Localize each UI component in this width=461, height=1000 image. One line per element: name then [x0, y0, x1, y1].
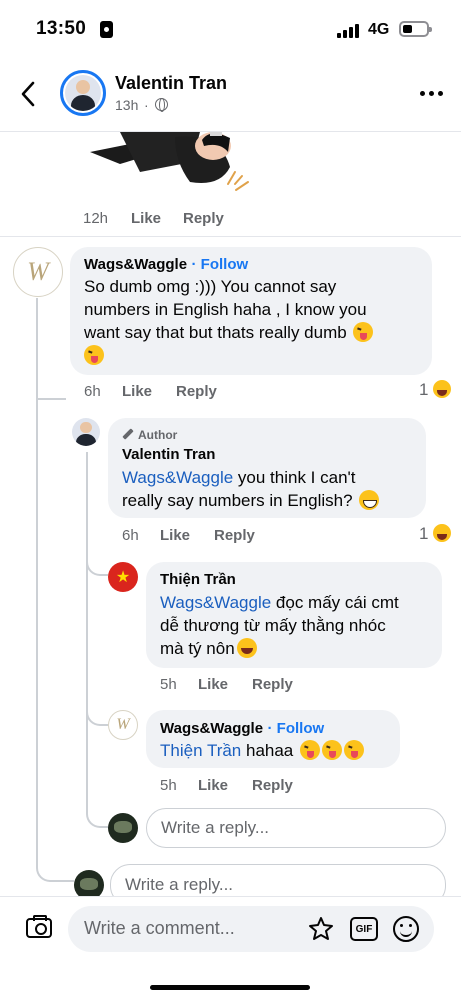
tongue-emoji-icon: [353, 322, 374, 342]
tongue-emoji-icon: [322, 740, 342, 760]
user-avatar: [108, 813, 138, 843]
comment-author[interactable]: Valentin Tran: [122, 446, 215, 463]
comment-header: Wags&Waggle · Follow: [84, 256, 248, 274]
like-button[interactable]: Like: [160, 527, 190, 544]
reply-button[interactable]: Reply: [252, 676, 293, 693]
reply-input[interactable]: Write a reply...: [146, 808, 446, 848]
reply-button[interactable]: Reply: [252, 777, 293, 794]
comment-text: Wags&Waggle you think I can't really say…: [122, 466, 422, 512]
comment-time: 5h: [160, 777, 177, 794]
portrait-lock-icon: [100, 21, 113, 38]
reply-placeholder: Write a reply...: [161, 818, 270, 837]
mention-link[interactable]: Wags&Waggle: [160, 593, 271, 612]
home-indicator: [150, 985, 310, 990]
thread-connector: [36, 398, 66, 428]
sticker-icon[interactable]: [308, 916, 334, 942]
comment-divider: [0, 236, 461, 237]
prev-comment-time: 12h: [83, 210, 109, 227]
follow-button[interactable]: · Follow: [268, 720, 325, 737]
thread-connector: [36, 866, 74, 882]
thread-connector: [86, 710, 108, 726]
camera-icon[interactable]: [26, 915, 52, 938]
network-type: 4G: [368, 21, 390, 38]
battery-icon: [399, 21, 432, 37]
reply-button[interactable]: Reply: [176, 383, 217, 400]
reaction-count[interactable]: 1: [419, 524, 428, 544]
reply-placeholder: Write a reply...: [125, 875, 234, 894]
thread-connector: [86, 560, 108, 576]
grin-emoji-icon: [359, 490, 380, 510]
like-button[interactable]: Like: [122, 383, 152, 400]
comment-time: 6h: [122, 527, 139, 544]
thread-line-nested: [86, 452, 88, 812]
wags-waggle-avatar[interactable]: W: [13, 247, 63, 297]
bottom-divider: [0, 896, 461, 897]
comment-text: Thiện Trần hahaa: [160, 739, 400, 762]
tongue-emoji-icon: [84, 345, 104, 365]
mention-link[interactable]: Thiện Trần: [160, 741, 241, 760]
mention-link[interactable]: Wags&Waggle: [122, 468, 233, 487]
valentin-avatar[interactable]: [72, 418, 100, 446]
comment-placeholder: Write a comment...: [84, 918, 235, 938]
like-button[interactable]: Like: [198, 777, 228, 794]
thread-line-main: [36, 298, 38, 868]
comment-header: Wags&Waggle · Follow: [160, 720, 324, 738]
more-dots-icon[interactable]: [420, 91, 444, 97]
prev-comment-like[interactable]: Like: [131, 210, 161, 227]
follow-button[interactable]: · Follow: [192, 256, 249, 273]
thread-connector: [86, 812, 108, 828]
comment-time: 6h: [84, 383, 101, 400]
globe-icon: [155, 98, 168, 112]
like-button[interactable]: Like: [198, 676, 228, 693]
header-time: 13h: [115, 97, 139, 113]
separator-dot: ·: [144, 97, 149, 113]
tongue-emoji-icon: [344, 740, 364, 760]
reaction-count[interactable]: 1: [419, 380, 428, 400]
haha-reaction-icon: [431, 522, 453, 544]
tongue-emoji-icon: [300, 740, 320, 760]
status-time: 13:50: [36, 18, 87, 39]
vietnam-flag-avatar[interactable]: ★: [108, 562, 138, 592]
header-name[interactable]: Valentin Tran: [115, 73, 227, 94]
laugh-emoji-icon: [236, 638, 257, 658]
pen-icon: [122, 428, 134, 440]
comment-author[interactable]: Wags&Waggle: [160, 720, 263, 737]
reply-button[interactable]: Reply: [214, 527, 255, 544]
comment-time: 5h: [160, 676, 177, 693]
author-badge: Author: [122, 428, 177, 442]
comment-sticker-image[interactable]: [80, 132, 260, 198]
gif-icon[interactable]: GIF: [350, 917, 378, 941]
comment-author[interactable]: Wags&Waggle: [84, 256, 187, 273]
signal-icon: [337, 22, 363, 38]
comment-author[interactable]: Thiện Trần: [160, 571, 236, 588]
comment-text: So dumb omg :))) You cannot say numbers …: [84, 275, 424, 367]
back-chevron-icon[interactable]: [18, 80, 40, 108]
haha-reaction-icon: [431, 378, 453, 400]
header-avatar[interactable]: [60, 70, 106, 116]
prev-comment-reply[interactable]: Reply: [183, 210, 224, 227]
comment-text: Wags&Waggle đọc mấy cái cmt dễ thương từ…: [160, 593, 399, 658]
wags-waggle-avatar[interactable]: W: [108, 710, 138, 740]
emoji-icon[interactable]: [393, 916, 419, 942]
